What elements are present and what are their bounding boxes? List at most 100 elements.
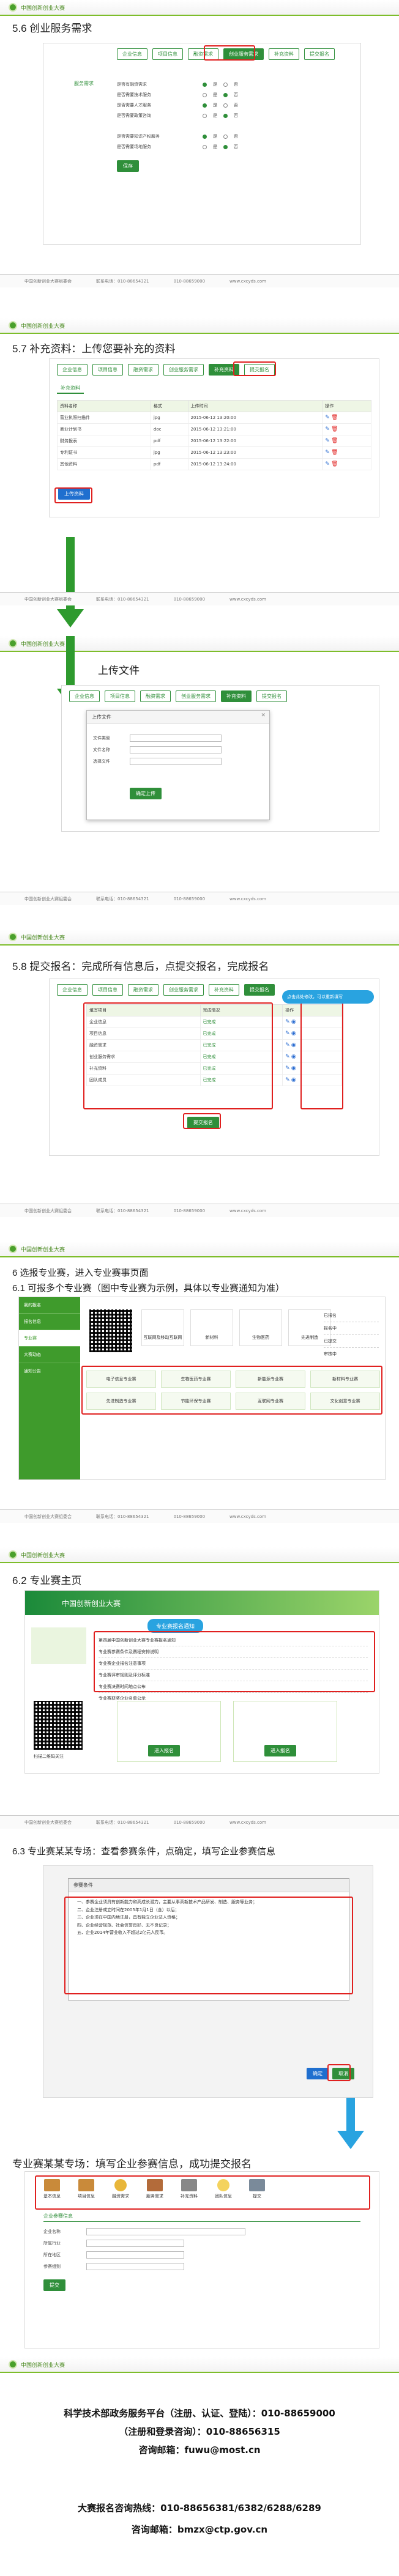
highlight-box	[54, 487, 92, 503]
radio-no[interactable]	[223, 144, 228, 149]
radio-no[interactable]	[223, 134, 228, 139]
tab-service-needs[interactable]: 创业服务需求	[163, 364, 204, 376]
entry-box: 进入报名	[117, 1701, 221, 1762]
file-name-input[interactable]	[130, 746, 222, 753]
delete-icon[interactable]: 🗑	[331, 438, 338, 444]
edit-icon[interactable]: ✎	[285, 1065, 290, 1071]
radio-no[interactable]	[223, 92, 228, 97]
radio-yes[interactable]	[203, 92, 207, 97]
view-icon[interactable]: ◉	[291, 1042, 296, 1048]
radio-no[interactable]	[223, 82, 228, 87]
sidebar-item[interactable]: 通知公告	[19, 1363, 80, 1379]
tab-supplement[interactable]: 补充资料	[221, 690, 252, 702]
view-icon[interactable]: ◉	[291, 1065, 296, 1071]
enter-registration-button[interactable]: 进入报名	[148, 1745, 180, 1756]
tab-company[interactable]: 企业信息	[117, 48, 147, 60]
entry-box: 进入报名	[233, 1701, 337, 1762]
view-icon[interactable]: ◉	[291, 1077, 296, 1083]
sidebar-item[interactable]: 报名信息	[19, 1314, 80, 1330]
file-type-select[interactable]	[130, 735, 222, 742]
select-input[interactable]	[86, 2251, 184, 2259]
step-title: 6.2 专业赛主页	[12, 1575, 82, 1586]
confirm-upload-button[interactable]: 确定上传	[130, 788, 162, 799]
column-header: 上传时间	[187, 400, 323, 412]
enter-registration-button[interactable]: 进入报名	[264, 1745, 296, 1756]
tab-company[interactable]: 企业信息	[57, 984, 88, 996]
form-row: 所属行业	[43, 2240, 360, 2247]
tab-submit[interactable]: 提交报名	[256, 690, 287, 702]
view-icon[interactable]: ◉	[291, 1019, 296, 1025]
tab-service-needs[interactable]: 创业服务需求	[163, 984, 204, 996]
contact-line: （注册和登录咨询）：010-88656315	[119, 2426, 280, 2437]
edit-icon[interactable]: ✎	[285, 1077, 290, 1083]
status-list: 已报名 报名中 已提交 审核中	[324, 1309, 379, 1360]
edit-icon[interactable]: ✎	[285, 1019, 290, 1025]
tab-submit[interactable]: 提交报名	[244, 984, 275, 996]
form-row: 文件类型	[93, 735, 263, 742]
tab-project[interactable]: 项目信息	[105, 690, 135, 702]
delete-icon[interactable]: 🗑	[331, 450, 338, 456]
tab-financing[interactable]: 融资需求	[128, 364, 158, 376]
delete-icon[interactable]: 🗑	[331, 426, 338, 432]
select-input[interactable]	[86, 2263, 184, 2270]
file-picker[interactable]	[130, 758, 222, 765]
tab-company[interactable]: 企业信息	[57, 364, 88, 376]
edit-icon[interactable]: ✎	[325, 415, 330, 421]
radio-no[interactable]	[223, 103, 228, 108]
edit-icon[interactable]: ✎	[325, 450, 330, 456]
edit-icon[interactable]: ✎	[285, 1031, 290, 1037]
tab-supplement[interactable]: 补充资料	[209, 984, 239, 996]
column-header: 操作	[322, 400, 371, 412]
brand-text: 中国创新创业大赛	[21, 2362, 65, 2369]
tab-company[interactable]: 企业信息	[69, 690, 100, 702]
tab-project[interactable]: 项目信息	[92, 984, 123, 996]
brand-logo-icon	[9, 639, 17, 648]
edit-icon[interactable]: ✎	[325, 461, 330, 467]
edit-icon[interactable]: ✎	[285, 1042, 290, 1048]
edit-icon[interactable]: ✎	[325, 438, 330, 444]
radio-no[interactable]	[223, 113, 228, 118]
tab-financing[interactable]: 融资需求	[128, 984, 158, 996]
qr-caption: 扫描二维码关注	[34, 1754, 64, 1759]
brand-logo-icon	[9, 933, 17, 941]
form-row: 所在地区	[43, 2251, 360, 2259]
tab-financing[interactable]: 融资需求	[140, 690, 171, 702]
tab-project[interactable]: 项目信息	[92, 364, 123, 376]
category-card[interactable]: 新材料	[190, 1309, 233, 1346]
tab-project[interactable]: 项目信息	[152, 48, 183, 60]
radio-yes[interactable]	[203, 144, 207, 149]
form-row: 参赛组别	[43, 2263, 360, 2270]
category-card[interactable]: 互联网及移动互联网	[141, 1309, 184, 1346]
dialog-close-icon[interactable]: ✕	[261, 712, 266, 719]
sidebar-item[interactable]: 大赛动态	[19, 1347, 80, 1363]
ok-button[interactable]: 确定	[307, 2068, 329, 2079]
text-input[interactable]	[86, 2228, 245, 2235]
tab-supplement[interactable]: 补充资料	[269, 48, 299, 60]
tab-service-needs[interactable]: 创业服务需求	[176, 690, 216, 702]
delete-icon[interactable]: 🗑	[331, 415, 338, 421]
table-row: 专利证书 jpg 2015-06-12 13:23:00 ✎ 🗑	[57, 446, 371, 459]
slide-header: 中国创新创业大赛	[0, 0, 399, 16]
radio-yes[interactable]	[203, 113, 207, 118]
view-icon[interactable]: ◉	[291, 1031, 296, 1037]
sidebar-item[interactable]: 专业赛	[19, 1330, 80, 1347]
edit-icon[interactable]: ✎	[285, 1054, 290, 1060]
select-input[interactable]	[86, 2240, 184, 2247]
slide-footer: 中国创新创业大赛组委会 联系电话：010-88654321 010-88659000…	[0, 1204, 399, 1217]
radio-yes[interactable]	[203, 82, 207, 87]
radio-yes[interactable]	[203, 134, 207, 139]
highlight-box	[204, 45, 255, 61]
tab-submit[interactable]: 提交报名	[304, 48, 335, 60]
view-icon[interactable]: ◉	[291, 1054, 296, 1060]
delete-icon[interactable]: 🗑	[331, 461, 338, 467]
radio-yes[interactable]	[203, 103, 207, 108]
edit-icon[interactable]: ✎	[325, 426, 330, 432]
save-button[interactable]: 保存	[117, 160, 139, 172]
form-body: 企业名称 所属行业 所在地区 参赛组别 提交	[25, 2228, 379, 2291]
step-title: 5.8 提交报名：完成所有信息后，点提交报名，完成报名	[12, 961, 269, 972]
sidebar-item[interactable]: 我的报名	[19, 1297, 80, 1314]
submit-button[interactable]: 提交	[43, 2279, 65, 2291]
highlight-box	[81, 1366, 382, 1415]
highlight-box	[83, 1002, 273, 1109]
category-card[interactable]: 生物医药	[239, 1309, 282, 1346]
